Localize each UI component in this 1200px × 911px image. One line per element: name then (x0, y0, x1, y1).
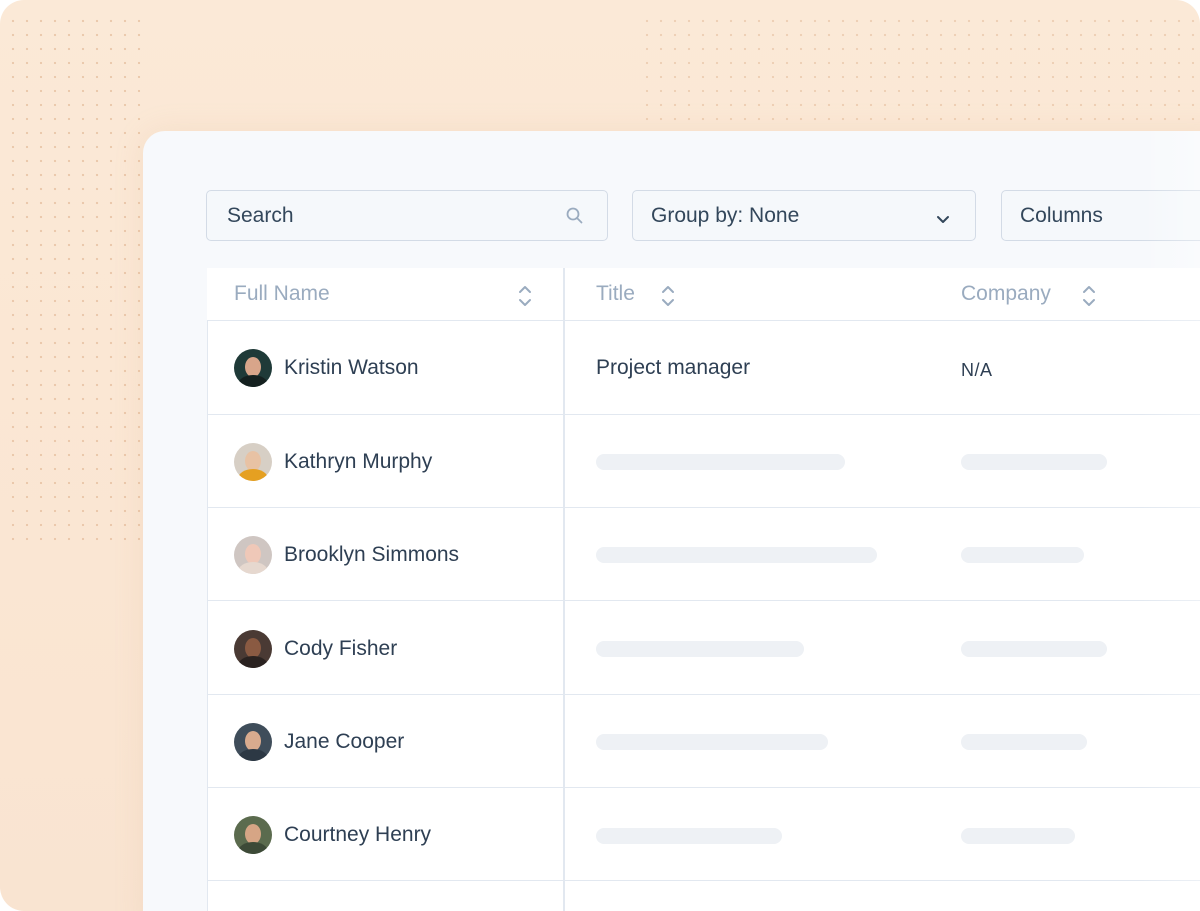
cell-full-name: Cody Fisher (234, 630, 397, 668)
company-skeleton (961, 547, 1084, 563)
column-divider (563, 268, 565, 911)
avatar (234, 723, 272, 761)
avatar (234, 349, 272, 387)
chevron-down-icon (935, 209, 951, 233)
columns-button[interactable]: Columns (1001, 190, 1200, 241)
column-header-full-name[interactable]: Full Name (234, 282, 330, 306)
title-skeleton (596, 641, 804, 657)
avatar (234, 536, 272, 574)
cell-full-name: Kristin Watson (234, 349, 419, 387)
company-skeleton (961, 641, 1107, 657)
group-by-dropdown[interactable]: Group by: None (632, 190, 976, 241)
columns-label: Columns (1020, 203, 1103, 227)
column-header-title[interactable]: Title (596, 282, 635, 306)
person-name: Kathryn Murphy (284, 450, 433, 473)
cell-full-name: Kathryn Murphy (234, 443, 432, 481)
column-header-label: Title (596, 282, 635, 305)
person-name: Kristin Watson (284, 356, 419, 379)
table-header (207, 268, 1200, 321)
sort-icon[interactable] (1080, 283, 1098, 314)
avatar (234, 630, 272, 668)
cell-title: Project manager (596, 356, 751, 379)
column-header-label: Full Name (234, 282, 330, 305)
search-icon (565, 206, 585, 232)
title-skeleton (596, 734, 828, 750)
company-skeleton (961, 734, 1087, 750)
title-skeleton (596, 828, 782, 844)
cell-full-name: Courtney Henry (234, 816, 431, 854)
avatar (234, 816, 272, 854)
sort-icon[interactable] (516, 283, 534, 314)
person-name: Courtney Henry (284, 823, 432, 846)
title-skeleton (596, 547, 877, 563)
company-skeleton (961, 454, 1107, 470)
search-input[interactable]: Search (206, 190, 608, 241)
group-by-label: Group by: None (651, 203, 800, 227)
search-placeholder: Search (227, 203, 294, 227)
cell-company: N/A (961, 360, 993, 380)
company-skeleton (961, 828, 1075, 844)
column-header-company[interactable]: Company (961, 282, 1051, 306)
dot-pattern (640, 14, 1200, 124)
cell-full-name: Brooklyn Simmons (234, 536, 459, 574)
avatar (234, 443, 272, 481)
person-name: Brooklyn Simmons (284, 543, 460, 566)
dot-pattern (6, 14, 146, 544)
column-header-label: Company (961, 282, 1051, 305)
title-skeleton (596, 454, 845, 470)
person-name: Jane Cooper (284, 730, 405, 753)
sort-icon[interactable] (659, 283, 677, 314)
person-name: Cody Fisher (284, 637, 398, 660)
cell-full-name: Jane Cooper (234, 723, 404, 761)
